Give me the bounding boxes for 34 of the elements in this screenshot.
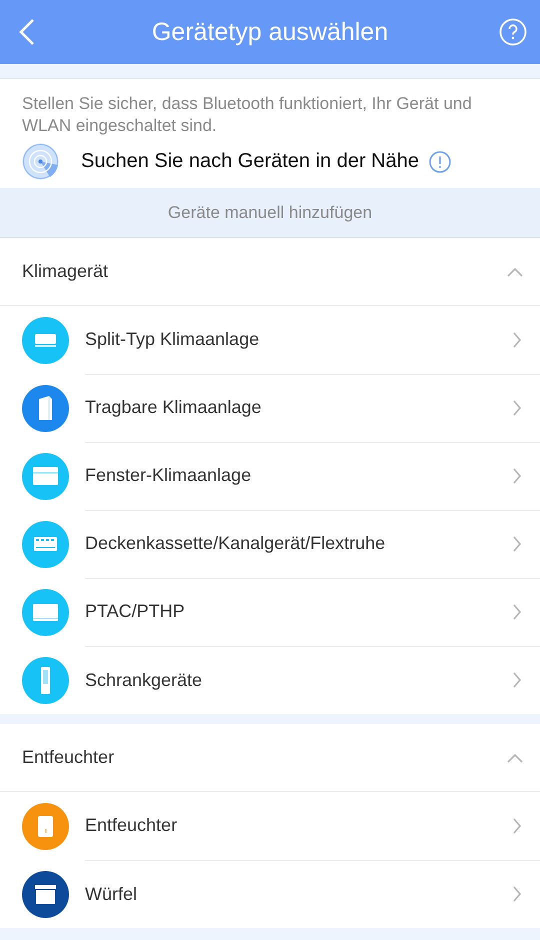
help-button[interactable] [498, 17, 528, 47]
chevron-right-icon [512, 330, 522, 348]
chevron-right-icon [512, 534, 522, 552]
radar-icon [22, 143, 59, 180]
device-type-item[interactable]: Split-Typ Klimaanlage [0, 306, 540, 374]
device-type-item[interactable]: PTAC/PTHP [0, 578, 540, 646]
chevron-right-icon [512, 398, 522, 416]
chevron-right-icon [512, 602, 522, 620]
chevron-right-icon [512, 671, 522, 689]
device-type-label: PTAC/PTHP [85, 601, 186, 622]
device-type-label: Split-Typ Klimaanlage [85, 329, 260, 350]
device-type-item[interactable]: Schrankgeräte [0, 646, 540, 714]
device-type-label: Entfeuchter [85, 815, 178, 836]
device-type-label: Würfel [85, 884, 138, 904]
chevron-up-icon [506, 752, 524, 764]
device-type-item[interactable]: Tragbare Klimaanlage [0, 374, 540, 442]
device-type-item[interactable]: Deckenkassette/Kanalgerät/Flextruhe [0, 510, 540, 578]
device-type-label: Fenster-Klimaanlage [85, 465, 252, 486]
device-type-label: Schrankgeräte [85, 670, 204, 690]
device-type-item[interactable]: Fenster-Klimaanlage [0, 442, 540, 510]
device-type-item[interactable]: Würfel [0, 860, 540, 928]
scan-label: Suchen Sie nach Geräten in der Nähe [81, 150, 419, 173]
chevron-right-icon [512, 466, 522, 484]
chevron-right-icon [512, 816, 522, 834]
info-icon[interactable] [429, 150, 451, 172]
back-icon [18, 18, 36, 46]
page-title: Gerätetyp auswählen [152, 18, 388, 46]
help-icon [498, 18, 527, 46]
notice-text: Stellen Sie sicher, dass Bluetooth funktioniert, Ihr Gerät und WLAN eingeschaltet sind. [22, 93, 473, 137]
chevron-up-icon [506, 266, 524, 278]
chevron-right-icon [512, 885, 522, 903]
device-type-label: Deckenkassette/Kanalgerät/Flextruhe [85, 533, 386, 554]
device-type-item[interactable]: Entfeuchter [0, 792, 540, 860]
device-type-label: Tragbare Klimaanlage [85, 397, 262, 418]
